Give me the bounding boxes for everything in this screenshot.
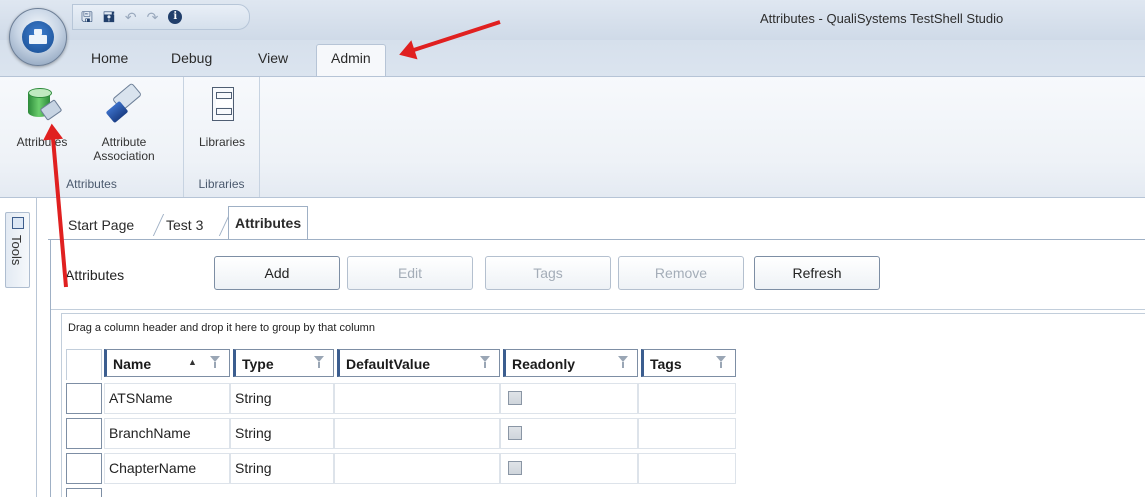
- cell-name[interactable]: ChapterName: [104, 453, 230, 484]
- save-all-icon[interactable]: 🖬: [103, 10, 115, 24]
- filter-icon[interactable]: [314, 356, 325, 369]
- add-button[interactable]: Add: [214, 256, 340, 290]
- column-header-type-label: Type: [242, 356, 274, 372]
- document-tab-bar: Start Page Test 3 Attributes: [48, 198, 1145, 240]
- attribute-association-label-line2: Association: [93, 149, 155, 163]
- app-logo-icon: [22, 21, 54, 53]
- filter-icon[interactable]: [210, 356, 221, 369]
- cell-defaultvalue[interactable]: [334, 383, 500, 414]
- ribbon-group-attributes: Attributes Attribute Association Attribu…: [0, 77, 184, 197]
- column-header-readonly-label: Readonly: [512, 356, 576, 372]
- column-header-type[interactable]: Type: [233, 349, 334, 377]
- column-header-defaultvalue[interactable]: DefaultValue: [337, 349, 500, 377]
- table-row[interactable]: ChapterName String: [62, 450, 1145, 485]
- panel-title: Attributes: [65, 267, 125, 283]
- ribbon: Attributes Attribute Association Attribu…: [0, 76, 1145, 198]
- attributes-icon: [22, 81, 63, 129]
- ribbon-tab-row: Home Debug View Admin: [0, 40, 1145, 76]
- undo-icon[interactable]: ↶: [125, 10, 137, 24]
- window-title: Attributes - QualiSystems TestShell Stud…: [760, 11, 1004, 26]
- attributes-panel: Attributes Add Edit Tags Remove Refresh …: [50, 240, 1145, 497]
- attribute-association-icon: [104, 81, 144, 129]
- tools-strip: Tools: [0, 198, 48, 497]
- doc-tab-attributes[interactable]: Attributes: [228, 206, 309, 240]
- filter-icon[interactable]: [716, 356, 727, 369]
- attributes-grid: Drag a column header and drop it here to…: [61, 313, 1145, 497]
- readonly-checkbox[interactable]: [508, 426, 522, 440]
- cell-type[interactable]: String: [230, 418, 334, 449]
- tools-icon: [12, 217, 24, 229]
- cell-type[interactable]: String: [230, 383, 334, 414]
- ribbon-group-libraries: Libraries Libraries: [184, 77, 260, 197]
- libraries-button[interactable]: Libraries: [192, 81, 252, 149]
- sort-ascending-icon: ▲: [188, 357, 197, 367]
- tab-view[interactable]: View: [258, 50, 288, 66]
- attribute-association-label-line1: Attribute: [101, 135, 147, 149]
- readonly-checkbox[interactable]: [508, 391, 522, 405]
- row-selector[interactable]: [66, 383, 102, 414]
- row-selector[interactable]: [66, 418, 102, 449]
- info-icon[interactable]: i: [168, 10, 183, 24]
- readonly-checkbox[interactable]: [508, 461, 522, 475]
- column-header-name[interactable]: Name ▲: [104, 349, 230, 377]
- table-row[interactable]: [62, 485, 1145, 497]
- cell-type[interactable]: String: [230, 453, 334, 484]
- tab-admin[interactable]: Admin: [316, 44, 386, 76]
- column-header-name-label: Name: [113, 356, 152, 372]
- cell-name[interactable]: BranchName: [104, 418, 230, 449]
- tags-button[interactable]: Tags: [485, 256, 611, 290]
- cell-defaultvalue[interactable]: [334, 418, 500, 449]
- attribute-association-button[interactable]: Attribute Association: [74, 81, 174, 163]
- row-selector[interactable]: [66, 488, 102, 497]
- cell-name[interactable]: ATSName: [104, 383, 230, 414]
- cell-defaultvalue[interactable]: [334, 453, 500, 484]
- tools-divider: [36, 198, 37, 497]
- libraries-icon: [202, 81, 242, 129]
- cell-tags[interactable]: [638, 453, 736, 484]
- cell-readonly[interactable]: [500, 383, 638, 414]
- refresh-button[interactable]: Refresh: [754, 256, 880, 290]
- tab-debug[interactable]: Debug: [171, 50, 212, 66]
- table-row[interactable]: BranchName String: [62, 415, 1145, 450]
- libraries-button-label: Libraries: [198, 135, 246, 149]
- remove-button[interactable]: Remove: [618, 256, 744, 290]
- header-corner: [66, 349, 102, 380]
- title-bar: 🖫 🖬 ↶ ↷ i Attributes - QualiSystems Test…: [0, 0, 1145, 40]
- column-header-tags[interactable]: Tags: [641, 349, 736, 377]
- tab-home[interactable]: Home: [91, 50, 128, 66]
- group-by-hint[interactable]: Drag a column header and drop it here to…: [68, 322, 375, 334]
- cell-tags[interactable]: [638, 383, 736, 414]
- redo-icon[interactable]: ↷: [147, 10, 159, 24]
- edit-button[interactable]: Edit: [347, 256, 473, 290]
- grid-header-row: Name ▲ Type DefaultValue Readonly Tags: [62, 345, 1145, 380]
- ribbon-group-label-attributes: Attributes: [66, 177, 117, 191]
- save-icon[interactable]: 🖫: [81, 10, 93, 24]
- panel-toolbar: Attributes Add Edit Tags Remove Refresh: [51, 240, 1145, 310]
- cell-readonly[interactable]: [500, 453, 638, 484]
- doc-tab-test-3[interactable]: Test 3: [160, 210, 209, 238]
- column-header-defaultvalue-label: DefaultValue: [346, 356, 431, 372]
- tools-label: Tools: [9, 235, 24, 266]
- application-menu-button[interactable]: [9, 8, 67, 66]
- row-selector[interactable]: [66, 453, 102, 484]
- column-header-tags-label: Tags: [650, 356, 682, 372]
- doc-tab-start-page[interactable]: Start Page: [62, 210, 140, 238]
- tools-toggle-button[interactable]: Tools: [5, 212, 30, 288]
- table-row[interactable]: ATSName String: [62, 380, 1145, 415]
- quick-access-toolbar: 🖫 🖬 ↶ ↷ i: [72, 4, 250, 30]
- column-header-readonly[interactable]: Readonly: [503, 349, 638, 377]
- cell-tags[interactable]: [638, 418, 736, 449]
- filter-icon[interactable]: [480, 356, 491, 369]
- cell-readonly[interactable]: [500, 418, 638, 449]
- filter-icon[interactable]: [618, 356, 629, 369]
- ribbon-group-label-libraries: Libraries: [198, 177, 245, 191]
